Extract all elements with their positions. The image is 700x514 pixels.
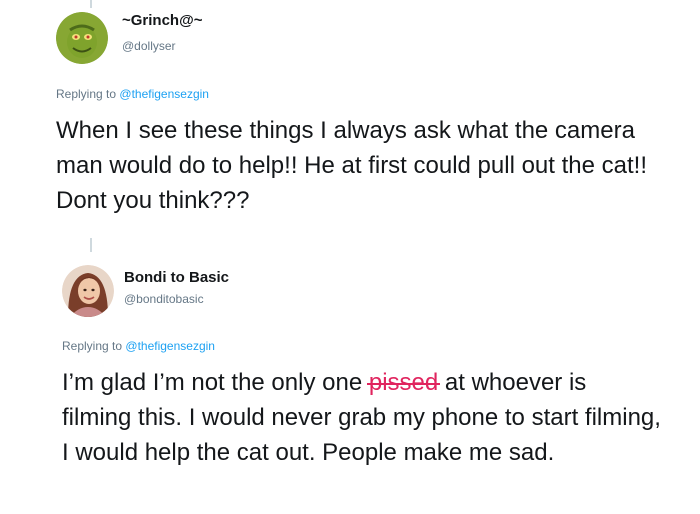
replying-to-label: Replying to — [62, 339, 123, 353]
replying-to-mention-link[interactable]: @thefigensezgin — [119, 87, 209, 101]
replying-to-mention-link[interactable]: @thefigensezgin — [125, 339, 215, 353]
struck-out-word: pissed — [368, 369, 439, 396]
grinch-avatar-icon[interactable] — [56, 12, 108, 64]
tweet-text: When I see these things I always ask wha… — [56, 117, 647, 214]
profile-photo-avatar-icon[interactable] — [62, 265, 114, 317]
replying-to-label: Replying to — [56, 87, 117, 101]
replying-to-line: Replying to @thefigensezgin — [62, 339, 215, 353]
replying-to-line: Replying to @thefigensezgin — [56, 87, 209, 101]
display-name[interactable]: ~Grinch@~ — [122, 12, 203, 29]
tweet-2: Bondi to Basic @bonditobasic Replying to… — [0, 252, 700, 514]
tweet-1: ~Grinch@~ @dollyser Replying to @thefige… — [0, 0, 700, 240]
user-handle[interactable]: @dollyser — [122, 39, 176, 53]
thread-line-middle — [90, 238, 92, 252]
display-name[interactable]: Bondi to Basic — [124, 269, 229, 286]
user-handle[interactable]: @bonditobasic — [124, 292, 204, 306]
tweet-text: I’m glad I’m not the only one pissed at … — [62, 365, 662, 470]
tweet-text-before: I’m glad I’m not the only one — [62, 369, 369, 396]
